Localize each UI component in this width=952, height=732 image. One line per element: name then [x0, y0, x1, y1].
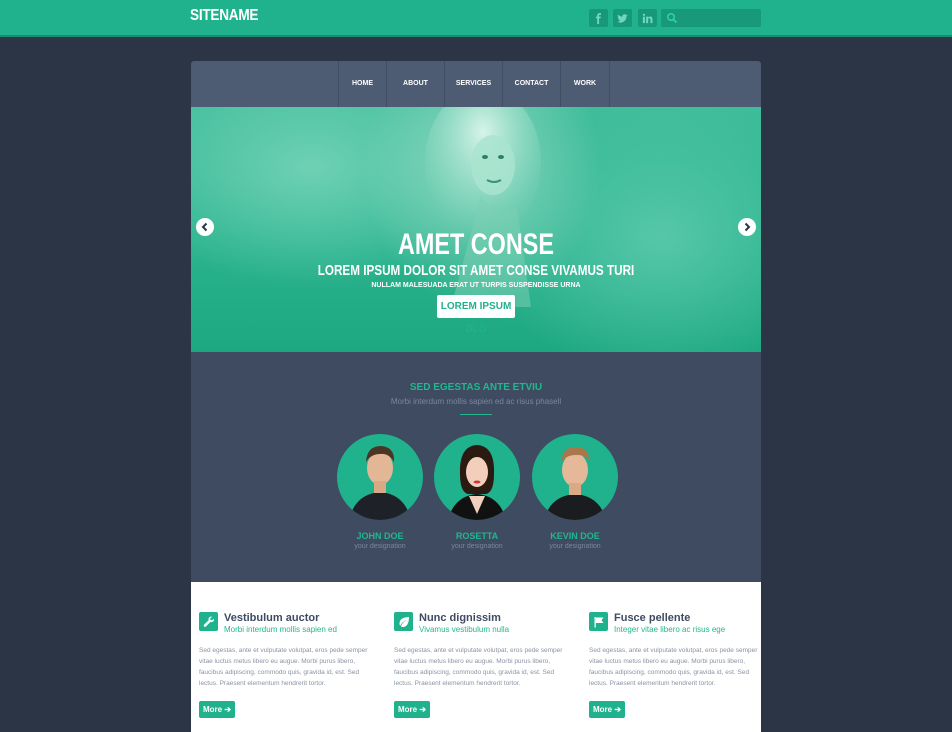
member-name: KEVIN DOE: [550, 531, 600, 541]
feature-icon-box: [394, 612, 413, 631]
top-bar: SITENAME: [0, 0, 952, 37]
flag-icon: [594, 616, 603, 627]
wrench-icon: [203, 616, 214, 627]
more-button[interactable]: More ➔: [394, 701, 430, 718]
member-role: your designation: [549, 543, 601, 550]
team-member[interactable]: KEVIN DOE your designation: [532, 434, 618, 550]
facebook-icon: [595, 12, 602, 24]
team-section: SED EGESTAS ANTE ETVIU Morbi interdum mo…: [191, 352, 761, 582]
facebook-button[interactable]: [589, 9, 608, 27]
avatar: [337, 434, 423, 520]
slider-prev-button[interactable]: [196, 218, 214, 236]
feature-icon-box: [199, 612, 218, 631]
more-button[interactable]: More ➔: [589, 701, 625, 718]
twitter-icon: [617, 13, 628, 23]
feature-subtitle: Morbi interdum mollis sapien ed: [224, 625, 337, 634]
member-role: your designation: [451, 543, 503, 550]
main-nav: HOME ABOUT SERVICES CONTACT WORK: [191, 61, 761, 107]
feature-text: Sed egestas, ante et vulputate volutpat,…: [199, 647, 368, 687]
slider-next-button[interactable]: [738, 218, 756, 236]
hero-subtitle: LOREM IPSUM DOLOR SIT AMET CONSE VIVAMUS…: [317, 262, 635, 279]
search-input[interactable]: [679, 10, 759, 26]
hero-title: AMET CONSE: [397, 228, 554, 261]
nav-item-services[interactable]: SERVICES: [444, 61, 502, 107]
feature-title: Vestibulum auctor: [224, 612, 320, 624]
team-title: SED EGESTAS ANTE ETVIU: [409, 382, 543, 393]
team-subtitle: Morbi interdum mollis sapien ed ac risus…: [390, 397, 562, 406]
leaf-icon: [399, 616, 409, 627]
nav-menu: HOME ABOUT SERVICES CONTACT WORK: [338, 61, 610, 107]
more-button-label: More: [592, 705, 613, 714]
hero-cta-button[interactable]: LOREM IPSUM DLO: [437, 295, 515, 335]
team-member[interactable]: JOHN DOE your designation: [337, 434, 423, 550]
feature-subtitle: Integer vitae libero ac risus ege: [614, 625, 726, 634]
nav-item-home[interactable]: HOME: [338, 61, 386, 107]
more-button-label: More: [397, 705, 418, 714]
linkedin-button[interactable]: [638, 9, 657, 27]
feature-title: Fusce pellente: [614, 612, 691, 624]
chevron-left-icon: [201, 222, 208, 232]
more-button-label: More: [202, 705, 223, 714]
team-divider: [460, 414, 492, 415]
main-container: HOME ABOUT SERVICES CONTACT WORK AMET CO…: [191, 61, 761, 732]
twitter-button[interactable]: [613, 9, 632, 27]
hero-tagline: NULLAM MALESUADA ERAT UT TURPIS SUSPENDI…: [371, 282, 581, 289]
feature-icon-box: [589, 612, 608, 631]
arrow-right-icon: ➔: [224, 705, 232, 714]
avatar: [532, 434, 618, 520]
features-section: Vestibulum auctor Morbi interdum mollis …: [191, 582, 761, 732]
feature-text: Sed egestas, ante et vulputate volutpat,…: [589, 647, 758, 687]
member-name: JOHN DOE: [356, 531, 404, 541]
arrow-right-icon: ➔: [614, 705, 622, 714]
linkedin-icon: [642, 13, 653, 23]
more-button[interactable]: More ➔: [199, 701, 235, 718]
search-icon: [666, 12, 678, 24]
member-name: ROSETTA: [455, 531, 499, 541]
arrow-right-icon: ➔: [419, 705, 427, 714]
team-member[interactable]: ROSETTA your designation: [434, 434, 520, 550]
nav-item-contact[interactable]: CONTACT: [502, 61, 560, 107]
avatar: [434, 434, 520, 520]
chevron-right-icon: [744, 222, 751, 232]
feature-title: Nunc dignissim: [419, 612, 501, 624]
site-logo[interactable]: SITENAME: [190, 7, 258, 25]
nav-item-about[interactable]: ABOUT: [386, 61, 444, 107]
nav-item-work[interactable]: WORK: [560, 61, 610, 107]
hero-slider: AMET CONSE LOREM IPSUM DOLOR SIT AMET CO…: [191, 107, 761, 352]
feature-text: Sed egestas, ante et vulputate volutpat,…: [394, 647, 563, 687]
feature-subtitle: Vivamus vestibulum nulla: [419, 625, 510, 634]
search-box[interactable]: [661, 9, 761, 27]
member-role: your designation: [354, 543, 406, 550]
